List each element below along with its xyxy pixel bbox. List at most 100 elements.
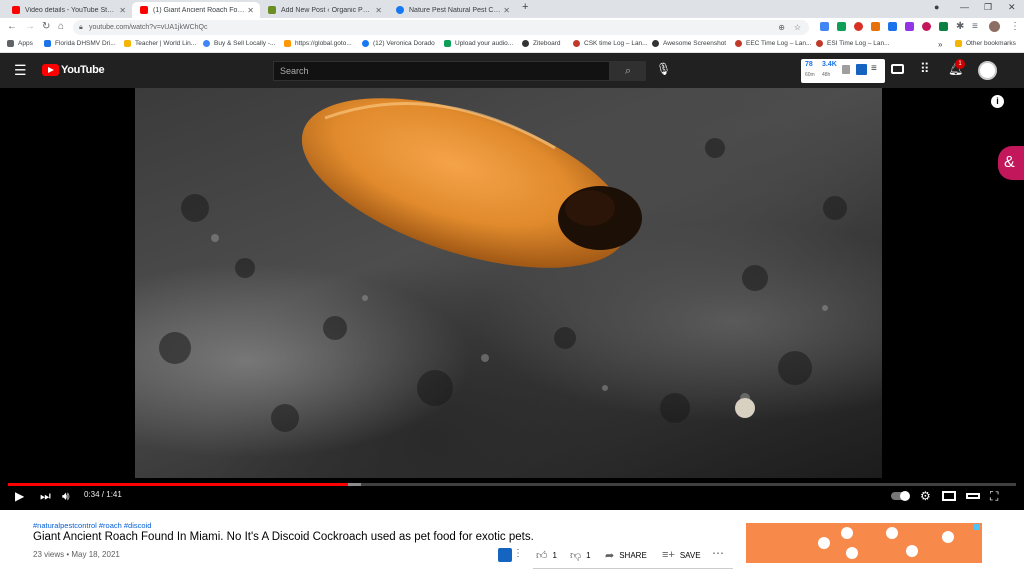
extension-icon[interactable]: [837, 22, 846, 31]
sidebar-ad-banner[interactable]: [746, 523, 982, 563]
bookmark-item[interactable]: Awesome Screenshot: [652, 40, 726, 47]
reload-icon[interactable]: ↻: [42, 21, 50, 33]
profile-avatar-icon[interactable]: [989, 21, 1000, 32]
thumbs-up-icon: 👍︎: [536, 550, 548, 562]
extension-icon[interactable]: [905, 22, 914, 31]
close-tab-icon[interactable]: ✕: [247, 6, 254, 15]
close-window-icon[interactable]: ✕: [1008, 2, 1016, 13]
forward-icon[interactable]: →: [25, 21, 35, 33]
more-actions-icon[interactable]: ⋯: [712, 546, 724, 560]
extension-icon[interactable]: [854, 22, 863, 31]
save-button[interactable]: ≡+ SAVE: [662, 549, 701, 561]
other-bookmarks[interactable]: Other bookmarks: [955, 40, 1016, 47]
address-bar[interactable]: 🔒︎ youtube.com/watch?v=vUA1jkWChQc ⊕ ☆: [73, 20, 809, 35]
autoplay-toggle[interactable]: [891, 491, 910, 501]
ad-bug-icon: [846, 547, 858, 559]
bookmark-item[interactable]: (12) Veronica Dorado: [362, 40, 435, 47]
account-avatar[interactable]: [978, 61, 997, 80]
miniplayer-icon[interactable]: [942, 491, 956, 501]
browser-tab[interactable]: Add New Post ‹ Organic Pest Con ✕: [260, 2, 388, 18]
bookmark-apps[interactable]: Apps: [7, 40, 33, 47]
ext-chart-icon[interactable]: [842, 65, 850, 74]
vidiq-logo-icon[interactable]: [498, 548, 512, 562]
search-input[interactable]: Search: [273, 61, 610, 81]
fullscreen-icon[interactable]: ⛶: [990, 488, 998, 504]
bookmark-favicon-icon: [652, 40, 659, 47]
bookmark-item[interactable]: CSK time Log – Lan...: [573, 40, 648, 47]
apps-grid-icon[interactable]: ⠿: [920, 61, 930, 77]
ext-stat-label: 60m: [805, 72, 815, 78]
bookmark-item[interactable]: EEC Time Log – Lan...: [735, 40, 811, 47]
volume-icon[interactable]: 🔊︎: [62, 488, 70, 504]
back-icon[interactable]: ←: [7, 21, 17, 33]
home-icon[interactable]: ⌂: [58, 21, 64, 33]
bookmark-favicon-icon: [522, 40, 529, 47]
browser-toolbar: ← → ↻ ⌂ 🔒︎ youtube.com/watch?v=vUA1jkWCh…: [0, 18, 1024, 37]
facebook-favicon-icon: [396, 6, 404, 14]
new-tab-button[interactable]: +: [522, 1, 528, 13]
video-meta: 23 views • May 18, 2021: [33, 550, 120, 559]
ampersand-extension-icon[interactable]: &: [998, 146, 1024, 180]
close-tab-icon[interactable]: ✕: [375, 6, 382, 15]
bookmark-favicon-icon: [362, 40, 369, 47]
zoom-icon[interactable]: ⊕: [778, 20, 785, 35]
theater-mode-icon[interactable]: [966, 493, 980, 499]
close-tab-icon[interactable]: ✕: [119, 6, 126, 15]
extension-icon[interactable]: [820, 22, 829, 31]
ext-logo-icon[interactable]: [856, 64, 867, 75]
extension-icon[interactable]: [922, 22, 931, 31]
bookmark-item[interactable]: Buy & Sell Locally -...: [203, 40, 275, 47]
minimize-icon[interactable]: —: [960, 2, 969, 12]
dislike-count: 1: [586, 551, 591, 560]
url-text: youtube.com/watch?v=vUA1jkWChQc: [89, 24, 208, 31]
video-progress-bar[interactable]: [8, 483, 1016, 486]
video-player[interactable]: i & ▶ ⏭︎ 🔊︎ 0:34 / 1:41 ⚙︎ ⛶: [0, 88, 1024, 510]
browser-tab[interactable]: Nature Pest Natural Pest Control ✕: [388, 2, 516, 18]
share-button[interactable]: ➦ SHARE: [605, 549, 647, 562]
youtube-logo[interactable]: YouTube: [42, 64, 105, 76]
microphone-icon[interactable]: 🎙︎: [656, 62, 671, 76]
extension-icon[interactable]: [888, 22, 897, 31]
video-thumbnail-image: [159, 98, 847, 432]
browser-menu-icon[interactable]: ⋮: [1010, 21, 1020, 33]
bookmarks-overflow-icon[interactable]: »: [938, 40, 942, 49]
media-control-icon[interactable]: ≡: [972, 21, 978, 33]
vidiq-extension-widget[interactable]: 78 60m 3.4K 48h ≡: [801, 59, 885, 83]
dislike-button[interactable]: 👎︎ 1: [570, 549, 591, 562]
bookmark-star-icon[interactable]: ☆: [794, 20, 801, 35]
bookmark-favicon-icon: [124, 40, 131, 47]
browser-tab-active[interactable]: (1) Giant Ancient Roach Found In ✕: [132, 2, 260, 18]
folder-icon: [955, 40, 962, 47]
wordpress-favicon-icon: [268, 6, 276, 14]
browser-tab[interactable]: Video details - YouTube Studio ✕: [4, 2, 132, 18]
bookmark-label: Buy & Sell Locally -...: [214, 40, 276, 47]
bookmark-favicon-icon: [203, 40, 210, 47]
more-options-icon[interactable]: ⋮: [513, 548, 523, 559]
extensions-puzzle-icon[interactable]: ✱: [956, 21, 964, 33]
bookmark-item[interactable]: Teacher | World Lin...: [124, 40, 196, 47]
browser-tab-strip: Video details - YouTube Studio ✕ (1) Gia…: [0, 0, 1024, 18]
ext-menu-icon[interactable]: ≡: [871, 63, 877, 74]
profile-circle-icon[interactable]: ●: [934, 2, 939, 12]
settings-gear-icon[interactable]: ⚙︎: [920, 488, 931, 504]
next-video-icon[interactable]: ⏭︎: [40, 488, 51, 504]
extension-icon[interactable]: [871, 22, 880, 31]
bookmark-item[interactable]: Florida DHSMV Dri...: [44, 40, 116, 47]
bookmark-item[interactable]: Ziteboard: [522, 40, 560, 47]
search-button[interactable]: ⌕: [610, 61, 646, 81]
video-info-section: #naturalpestcontrol #roach #discoid Gian…: [0, 510, 1024, 576]
bookmark-item[interactable]: ESI Time Log – Lan...: [816, 40, 890, 47]
restore-icon[interactable]: ❐: [984, 2, 992, 13]
hamburger-menu-icon[interactable]: ☰: [14, 62, 27, 78]
play-icon[interactable]: ▶: [15, 488, 24, 504]
create-video-icon[interactable]: [891, 64, 904, 74]
extension-icon[interactable]: [939, 22, 948, 31]
close-tab-icon[interactable]: ✕: [503, 6, 510, 15]
like-button[interactable]: 👍︎ 1: [536, 549, 557, 562]
video-frame[interactable]: [135, 88, 882, 478]
bookmark-item[interactable]: https://global.goto...: [284, 40, 352, 47]
bookmark-item[interactable]: Upload your audio...: [444, 40, 513, 47]
video-hashtags[interactable]: #naturalpestcontrol #roach #discoid: [33, 521, 151, 530]
ad-choices-icon[interactable]: [974, 524, 980, 530]
info-icon[interactable]: i: [991, 95, 1004, 108]
